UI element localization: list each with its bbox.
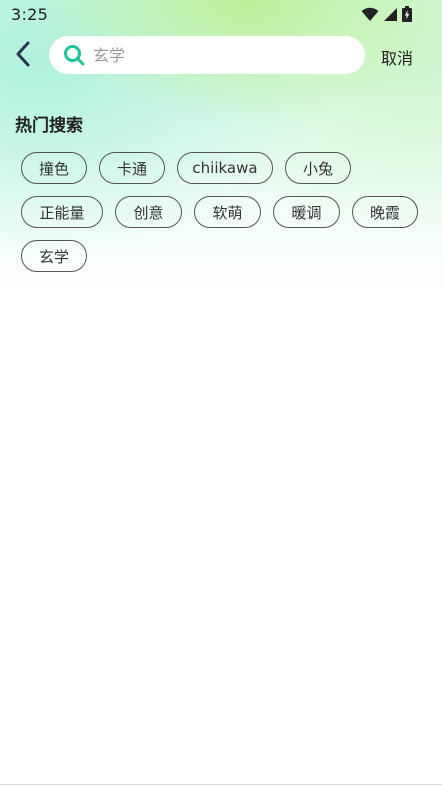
bottom-divider: [0, 784, 442, 785]
search-input[interactable]: [93, 45, 343, 65]
chevron-left-icon: [14, 40, 32, 72]
hot-search-title: 热门搜索: [15, 116, 83, 136]
hot-search-tag[interactable]: 正能量: [21, 196, 103, 228]
status-time: 3:25: [11, 5, 49, 24]
hot-search-tag[interactable]: 小兔: [285, 152, 351, 184]
battery-charging-icon: [402, 6, 412, 26]
status-icons: [361, 6, 412, 26]
hot-search-tag-row: 撞色 卡通 chiikawa 小兔: [21, 152, 351, 184]
wifi-icon: [361, 7, 379, 26]
search-header: 取消: [0, 36, 442, 76]
back-button[interactable]: [10, 40, 36, 72]
status-bar: 3:25: [0, 0, 442, 30]
hot-search-tag[interactable]: 卡通: [99, 152, 165, 184]
search-box[interactable]: [49, 36, 365, 74]
hot-search-tag[interactable]: 撞色: [21, 152, 87, 184]
signal-icon: [383, 7, 398, 26]
search-icon: [63, 44, 85, 66]
hot-search-tag[interactable]: 创意: [115, 196, 182, 228]
hot-search-tag[interactable]: chiikawa: [177, 152, 273, 184]
cancel-button[interactable]: 取消: [381, 45, 413, 69]
hot-search-tag[interactable]: 暖调: [273, 196, 340, 228]
hot-search-tag[interactable]: 晚霞: [352, 196, 418, 228]
hot-search-tag-row: 正能量 创意 软萌 暖调 晚霞: [21, 196, 418, 228]
hot-search-tag[interactable]: 软萌: [194, 196, 261, 228]
hot-search-tag[interactable]: 玄学: [21, 240, 87, 272]
hot-search-tag-row: 玄学: [21, 240, 87, 272]
